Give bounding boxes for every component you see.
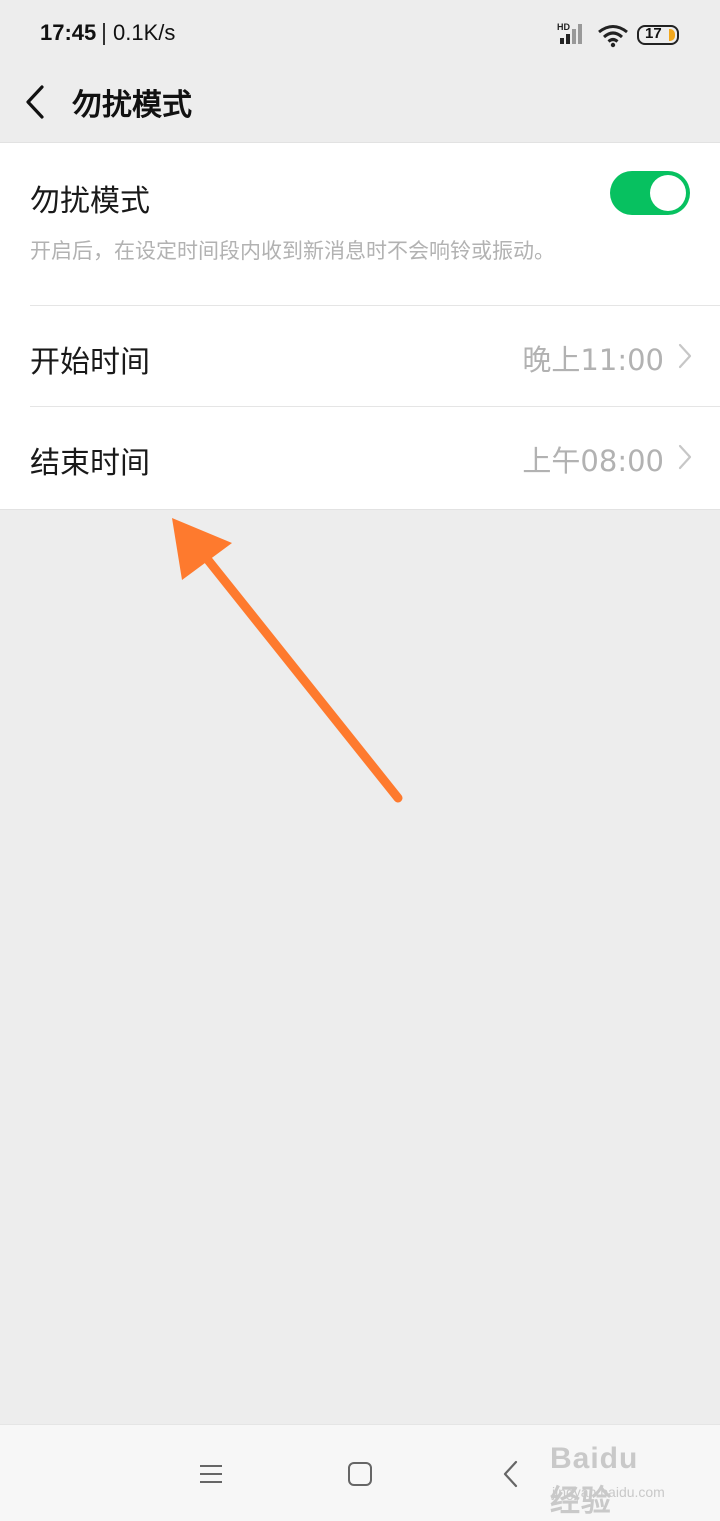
battery-fill [669, 29, 675, 41]
status-time: 17:45 [40, 20, 97, 45]
signal-icon: HD [557, 22, 582, 44]
watermark-logo-text: Baidu经验 [550, 1442, 639, 1518]
menu-icon[interactable] [196, 1459, 226, 1489]
battery-icon: 17 [637, 25, 679, 45]
watermark-url: jingyan.baidu.com [552, 1484, 665, 1500]
start-time-label: 开始时间 [30, 345, 150, 380]
wifi-icon [598, 25, 628, 48]
status-separator [103, 23, 105, 45]
chevron-right-icon [678, 444, 692, 470]
back-icon[interactable] [497, 1459, 527, 1489]
battery-level: 17 [645, 25, 662, 42]
status-network-speed: 0.1K/s [113, 20, 176, 45]
dnd-toggle[interactable] [610, 171, 690, 215]
start-time-row[interactable]: 开始时间 晚上11:00 [0, 306, 720, 406]
nav-bar: 勿扰模式 [0, 70, 720, 140]
toggle-knob [650, 175, 686, 211]
back-arrow-icon[interactable] [22, 82, 52, 122]
settings-group: 勿扰模式 开启后，在设定时间段内收到新消息时不会响铃或振动。 开始时间 晚上11… [0, 142, 720, 510]
signal-hd-label: HD [557, 22, 570, 32]
dnd-description: 开启后，在设定时间段内收到新消息时不会响铃或振动。 [30, 239, 555, 263]
chevron-right-icon [678, 343, 692, 369]
end-time-value: 上午08:00 [522, 444, 664, 478]
end-time-row[interactable]: 结束时间 上午08:00 [0, 407, 720, 507]
end-time-label: 结束时间 [30, 446, 150, 481]
page-title: 勿扰模式 [72, 88, 192, 123]
start-time-value: 晚上11:00 [522, 343, 664, 377]
dnd-title: 勿扰模式 [30, 184, 150, 219]
status-bar: 17:45 0.1K/s HD 17 [0, 0, 720, 70]
home-icon[interactable] [345, 1459, 375, 1489]
